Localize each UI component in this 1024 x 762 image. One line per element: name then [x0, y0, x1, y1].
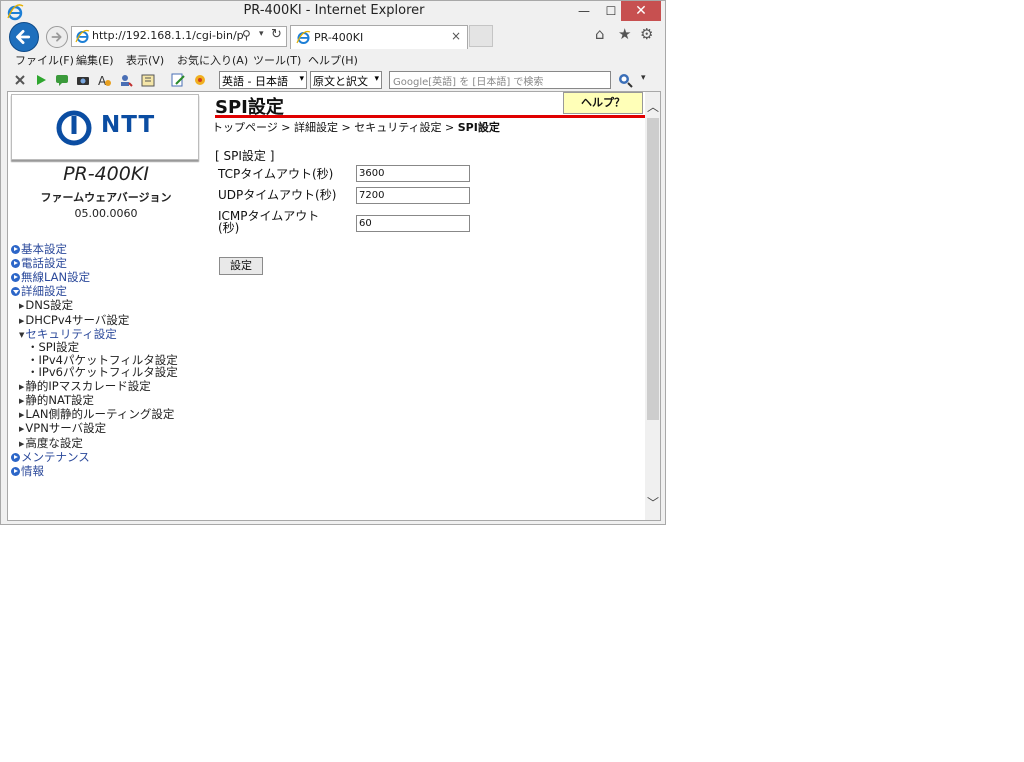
new-tab-button[interactable] — [469, 25, 493, 47]
comment-icon[interactable] — [54, 72, 70, 88]
menu-file[interactable]: ファイル(F) — [15, 52, 74, 68]
tab-favicon-icon — [296, 30, 311, 44]
forward-button[interactable] — [46, 26, 68, 48]
submit-settings-button[interactable]: 設定 — [219, 257, 263, 275]
translate-search-input[interactable]: Google[英語] を [日本語] で検索 — [389, 71, 611, 89]
triangle-right-icon: ▶ — [19, 302, 25, 310]
title-divider — [215, 115, 645, 118]
tcp-timeout-input[interactable] — [356, 165, 470, 182]
sidebar-item-info[interactable]: 情報 — [11, 463, 44, 479]
search-icon[interactable] — [617, 72, 633, 88]
chevron-down-icon: ▾ — [299, 74, 304, 84]
triangle-right-icon: ▶ — [19, 440, 25, 448]
refresh-icon[interactable]: ↻ — [271, 27, 282, 42]
gear-icon[interactable]: ⚙ — [640, 25, 653, 43]
triangle-right-icon: ▶ — [19, 397, 25, 405]
scroll-down-icon[interactable]: ﹀ — [645, 494, 660, 510]
bullet-icon: ・ — [27, 365, 39, 379]
command-toolbar: A 英語 - 日本語 ▾ 原文と訳文 ▾ Google[英語] を [日本語] … — [1, 69, 665, 91]
page-favicon-icon — [75, 29, 90, 43]
window-title: PR-400KI - Internet Explorer — [243, 3, 425, 18]
breadcrumb-current: SPI設定 — [457, 121, 500, 134]
menu-tools[interactable]: ツール(T) — [253, 52, 301, 68]
logo-text: NTT — [101, 112, 156, 138]
address-url: http://192.168.1.1/cgi-bin/p — [92, 29, 244, 42]
sidebar-item-vpn-server[interactable]: ▶VPNサーバ設定 — [19, 420, 106, 436]
icmp-timeout-input[interactable] — [356, 215, 470, 232]
chevron-down-icon[interactable]: ▾ — [641, 73, 646, 83]
browser-window: PR-400KI - Internet Explorer — ☐ ✕ http:… — [0, 0, 666, 525]
user-search-icon[interactable] — [118, 72, 134, 88]
tab-close-icon[interactable]: × — [451, 29, 461, 43]
chevron-down-icon: ▾ — [374, 74, 379, 84]
play-icon[interactable] — [33, 72, 49, 88]
section-title: [ SPI設定 ] — [215, 149, 275, 163]
language-pair-value: 英語 - 日本語 — [222, 75, 288, 88]
udp-timeout-label: UDPタイムアウト(秒) — [218, 188, 337, 202]
icmp-timeout-label: ICMPタイムアウト (秒) — [218, 209, 320, 235]
menu-help[interactable]: ヘルプ(H) — [308, 52, 358, 68]
chevron-right-icon — [11, 245, 20, 254]
translation-mode-value: 原文と訳文 — [313, 75, 368, 88]
breadcrumb-path: トップページ > 詳細設定 > セキュリティ設定 > — [212, 121, 458, 134]
firmware-label: ファームウェアバージョン — [40, 191, 172, 204]
triangle-right-icon: ▶ — [19, 411, 25, 419]
sidebar: NTT PR-400KI ファームウェアバージョン 05.00.0060 基本設… — [8, 92, 204, 520]
menu-bar: ファイル(F) 編集(E) 表示(V) お気に入り(A) ツール(T) ヘルプ(… — [1, 49, 665, 69]
title-bar: PR-400KI - Internet Explorer — ☐ ✕ — [1, 1, 665, 23]
vertical-scrollbar[interactable]: ︿ ﹀ — [645, 92, 660, 520]
edit-note-icon[interactable] — [170, 72, 186, 88]
ntt-logo: NTT — [11, 94, 199, 160]
chevron-right-icon — [11, 453, 20, 462]
chevron-down-icon — [11, 287, 20, 296]
chevron-right-icon — [11, 467, 20, 476]
triangle-down-icon: ▼ — [19, 331, 25, 339]
translation-mode-select[interactable]: 原文と訳文 ▾ — [310, 71, 382, 89]
triangle-right-icon: ▶ — [19, 317, 25, 325]
language-pair-select[interactable]: 英語 - 日本語 ▾ — [219, 71, 307, 89]
stop-icon[interactable] — [12, 72, 28, 88]
tab-label: PR-400KI — [314, 31, 364, 44]
ntt-logo-icon — [56, 110, 92, 146]
close-button[interactable]: ✕ — [621, 1, 661, 21]
triangle-right-icon: ▶ — [19, 383, 25, 391]
tab-pr-400ki[interactable]: PR-400KI × — [290, 25, 468, 49]
scroll-thumb[interactable] — [647, 118, 659, 420]
firmware-version: 05.00.0060 — [74, 207, 138, 220]
menu-favorites[interactable]: お気に入り(A) — [177, 52, 248, 68]
settings-flower-icon[interactable] — [192, 72, 208, 88]
page-content: NTT PR-400KI ファームウェアバージョン 05.00.0060 基本設… — [7, 91, 661, 521]
udp-timeout-input[interactable] — [356, 187, 470, 204]
minimize-button[interactable]: — — [569, 1, 599, 21]
address-dropdown-icon[interactable]: ▾ — [259, 29, 264, 39]
address-search-icon[interactable]: ⚲ — [242, 28, 251, 42]
tcp-timeout-label: TCPタイムアウト(秒) — [218, 167, 334, 181]
sidebar-item-dns[interactable]: ▶DNS設定 — [19, 297, 73, 313]
favorites-star-icon[interactable]: ★ — [618, 25, 631, 43]
navigation-row: http://192.168.1.1/cgi-bin/p ⚲ ▾ ↻ PR-40… — [1, 22, 665, 52]
chevron-right-icon — [11, 273, 20, 282]
menu-edit[interactable]: 編集(E) — [76, 52, 114, 68]
help-button[interactable]: ヘルプ？ — [563, 92, 643, 114]
chevron-right-icon — [11, 259, 20, 268]
address-bar[interactable]: http://192.168.1.1/cgi-bin/p ⚲ ▾ ↻ — [71, 26, 287, 47]
scroll-up-icon[interactable]: ︿ — [645, 98, 660, 114]
translate-search-placeholder: Google[英語] を [日本語] で検索 — [393, 77, 544, 88]
back-button[interactable] — [9, 22, 39, 52]
camera-icon[interactable] — [75, 72, 91, 88]
main-panel: SPI設定 ヘルプ？ トップページ > 詳細設定 > セキュリティ設定 > SP… — [212, 92, 645, 520]
svg-text:A: A — [98, 74, 107, 88]
menu-view[interactable]: 表示(V) — [126, 52, 164, 68]
model-name: PR-400KI — [63, 163, 149, 185]
breadcrumb: トップページ > 詳細設定 > セキュリティ設定 > SPI設定 — [212, 119, 500, 135]
text-icon[interactable]: A — [96, 72, 112, 88]
dictionary-icon[interactable] — [140, 72, 156, 88]
triangle-right-icon: ▶ — [19, 425, 25, 433]
home-icon[interactable]: ⌂ — [595, 25, 605, 43]
